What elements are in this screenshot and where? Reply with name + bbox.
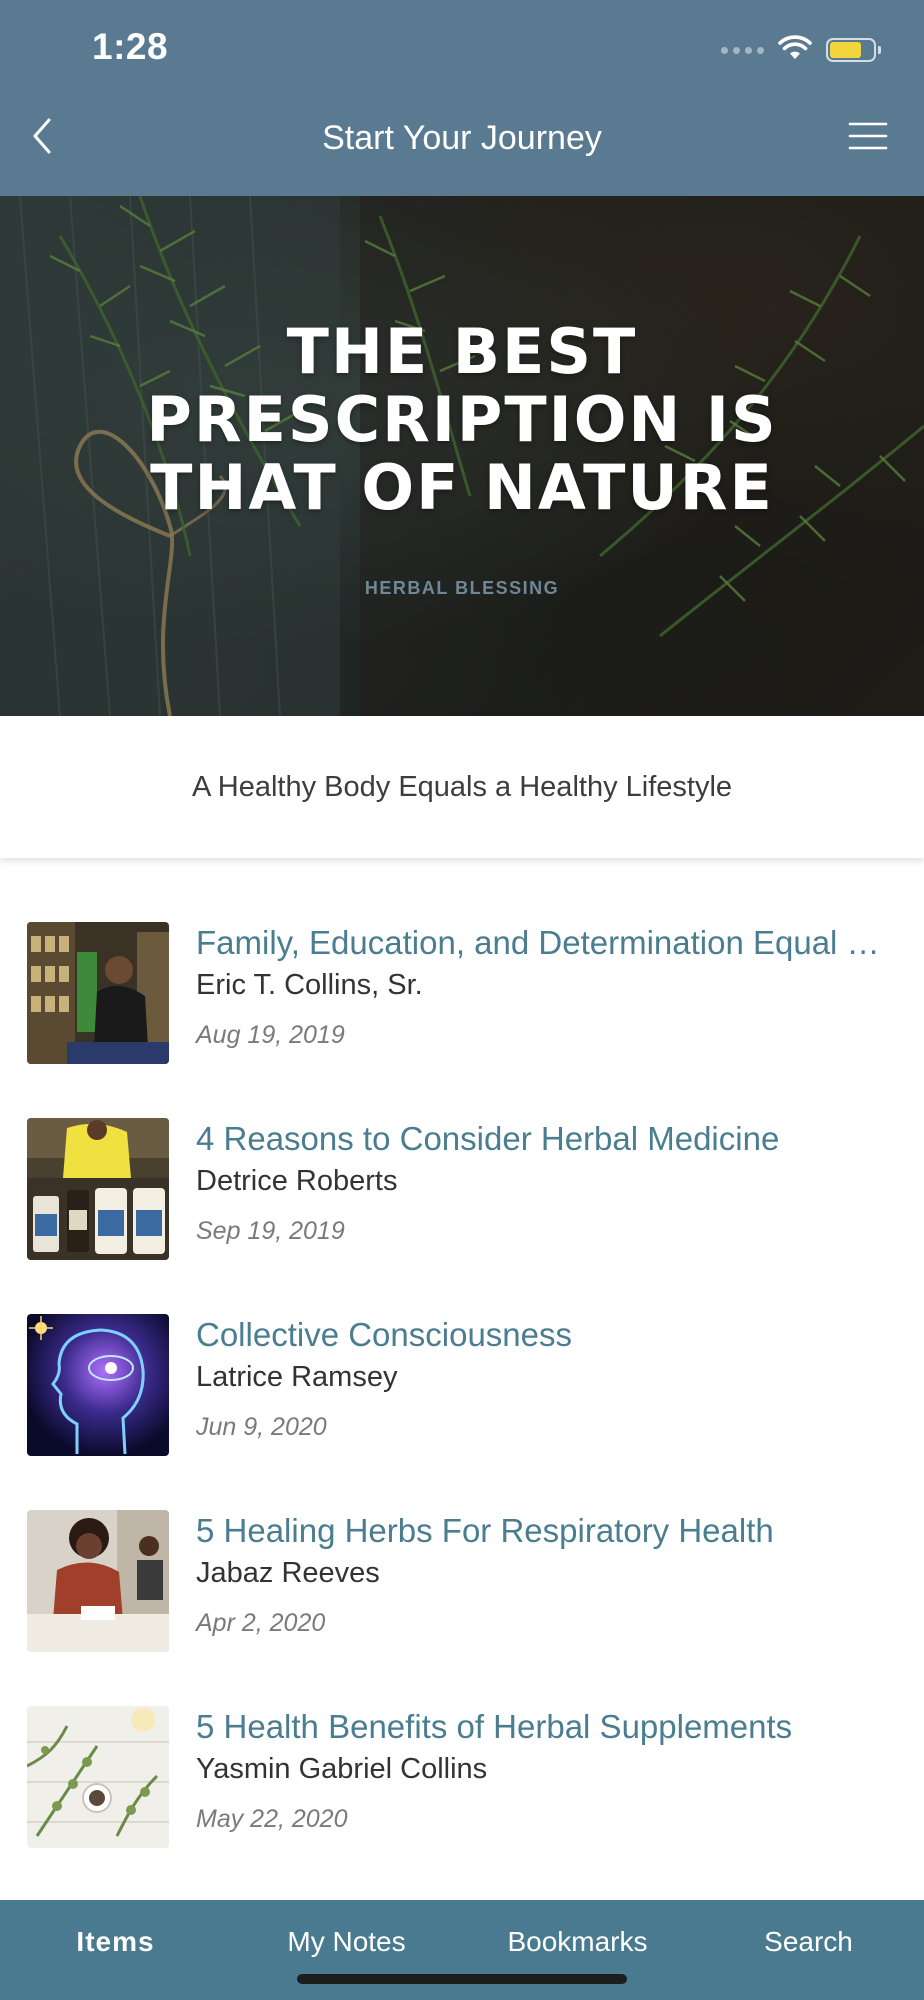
status-time: 1:28	[92, 26, 169, 67]
article-author: Detrice Roberts	[196, 1165, 398, 1197]
article-title[interactable]: 4 Reasons to Consider Herbal Medicine	[196, 1118, 900, 1160]
tab-bookmarks[interactable]: Bookmarks	[462, 1900, 693, 1984]
article-title[interactable]: Family, Education, and Determination Equ…	[196, 922, 900, 964]
article-title[interactable]: 5 Health Benefits of Herbal Supplements	[196, 1706, 900, 1748]
chevron-left-icon	[31, 117, 53, 160]
app-header: 1:28 Start Your Journey	[0, 0, 924, 196]
home-indicator[interactable]	[297, 1974, 627, 1984]
page-title: Start Your Journey	[322, 119, 602, 157]
back-button[interactable]	[22, 112, 62, 164]
article-author: Yasmin Gabriel Collins	[196, 1753, 488, 1785]
wifi-icon	[778, 34, 812, 66]
article-date: Sep 19, 2019	[196, 1217, 345, 1245]
article-author: Latrice Ramsey	[196, 1361, 398, 1393]
article-title[interactable]: Collective Consciousness	[196, 1314, 900, 1356]
list-item[interactable]: 5 Healing Herbs For Respiratory Health J…	[0, 1446, 924, 1652]
list-item[interactable]: Collective Consciousness Latrice Ramsey …	[0, 1250, 924, 1456]
bottom-tab-bar: Items My Notes Bookmarks Search	[0, 1900, 924, 2000]
cellular-signal-icon	[721, 46, 764, 54]
hamburger-menu-icon	[848, 121, 888, 156]
article-thumbnail	[27, 922, 169, 1064]
article-date: Aug 19, 2019	[196, 1021, 345, 1049]
article-date: May 22, 2020	[196, 1805, 348, 1833]
hero-title: THE BEST PRESCRIPTION IS THAT OF NATURE	[40, 318, 884, 522]
article-thumbnail	[27, 1510, 169, 1652]
article-thumbnail	[27, 1706, 169, 1848]
hero-subtitle: HERBAL BLESSING	[364, 578, 560, 598]
article-title[interactable]: 5 Healing Herbs For Respiratory Health	[196, 1510, 900, 1552]
tagline: A Healthy Body Equals a Healthy Lifestyl…	[0, 716, 924, 858]
list-item[interactable]: 4 Reasons to Consider Herbal Medicine De…	[0, 1054, 924, 1260]
article-date: Jun 9, 2020	[196, 1413, 327, 1441]
tab-items[interactable]: Items	[0, 1900, 231, 1984]
article-thumbnail	[27, 1118, 169, 1260]
battery-level	[830, 42, 861, 58]
article-author: Eric T. Collins, Sr.	[196, 969, 423, 1001]
article-date: Apr 2, 2020	[196, 1609, 326, 1637]
hero-title-line: THAT OF NATURE	[150, 451, 774, 524]
article-thumbnail	[27, 1314, 169, 1456]
menu-button[interactable]	[844, 116, 892, 160]
list-item[interactable]: Family, Education, and Determination Equ…	[0, 858, 924, 1064]
tab-my-notes[interactable]: My Notes	[231, 1900, 462, 1984]
article-author: Jabaz Reeves	[196, 1557, 380, 1589]
status-indicators	[721, 34, 881, 66]
app-screen: 1:28 Start Your Journey THE BEST PRESCRI…	[0, 0, 924, 2000]
list-item[interactable]: 5 Health Benefits of Herbal Supplements …	[0, 1642, 924, 1848]
hero-title-line: THE BEST	[286, 315, 638, 388]
tab-search[interactable]: Search	[693, 1900, 924, 1984]
battery-icon	[826, 38, 881, 62]
hero-banner: THE BEST PRESCRIPTION IS THAT OF NATURE …	[0, 196, 924, 716]
hero-title-line: PRESCRIPTION IS	[146, 383, 778, 456]
